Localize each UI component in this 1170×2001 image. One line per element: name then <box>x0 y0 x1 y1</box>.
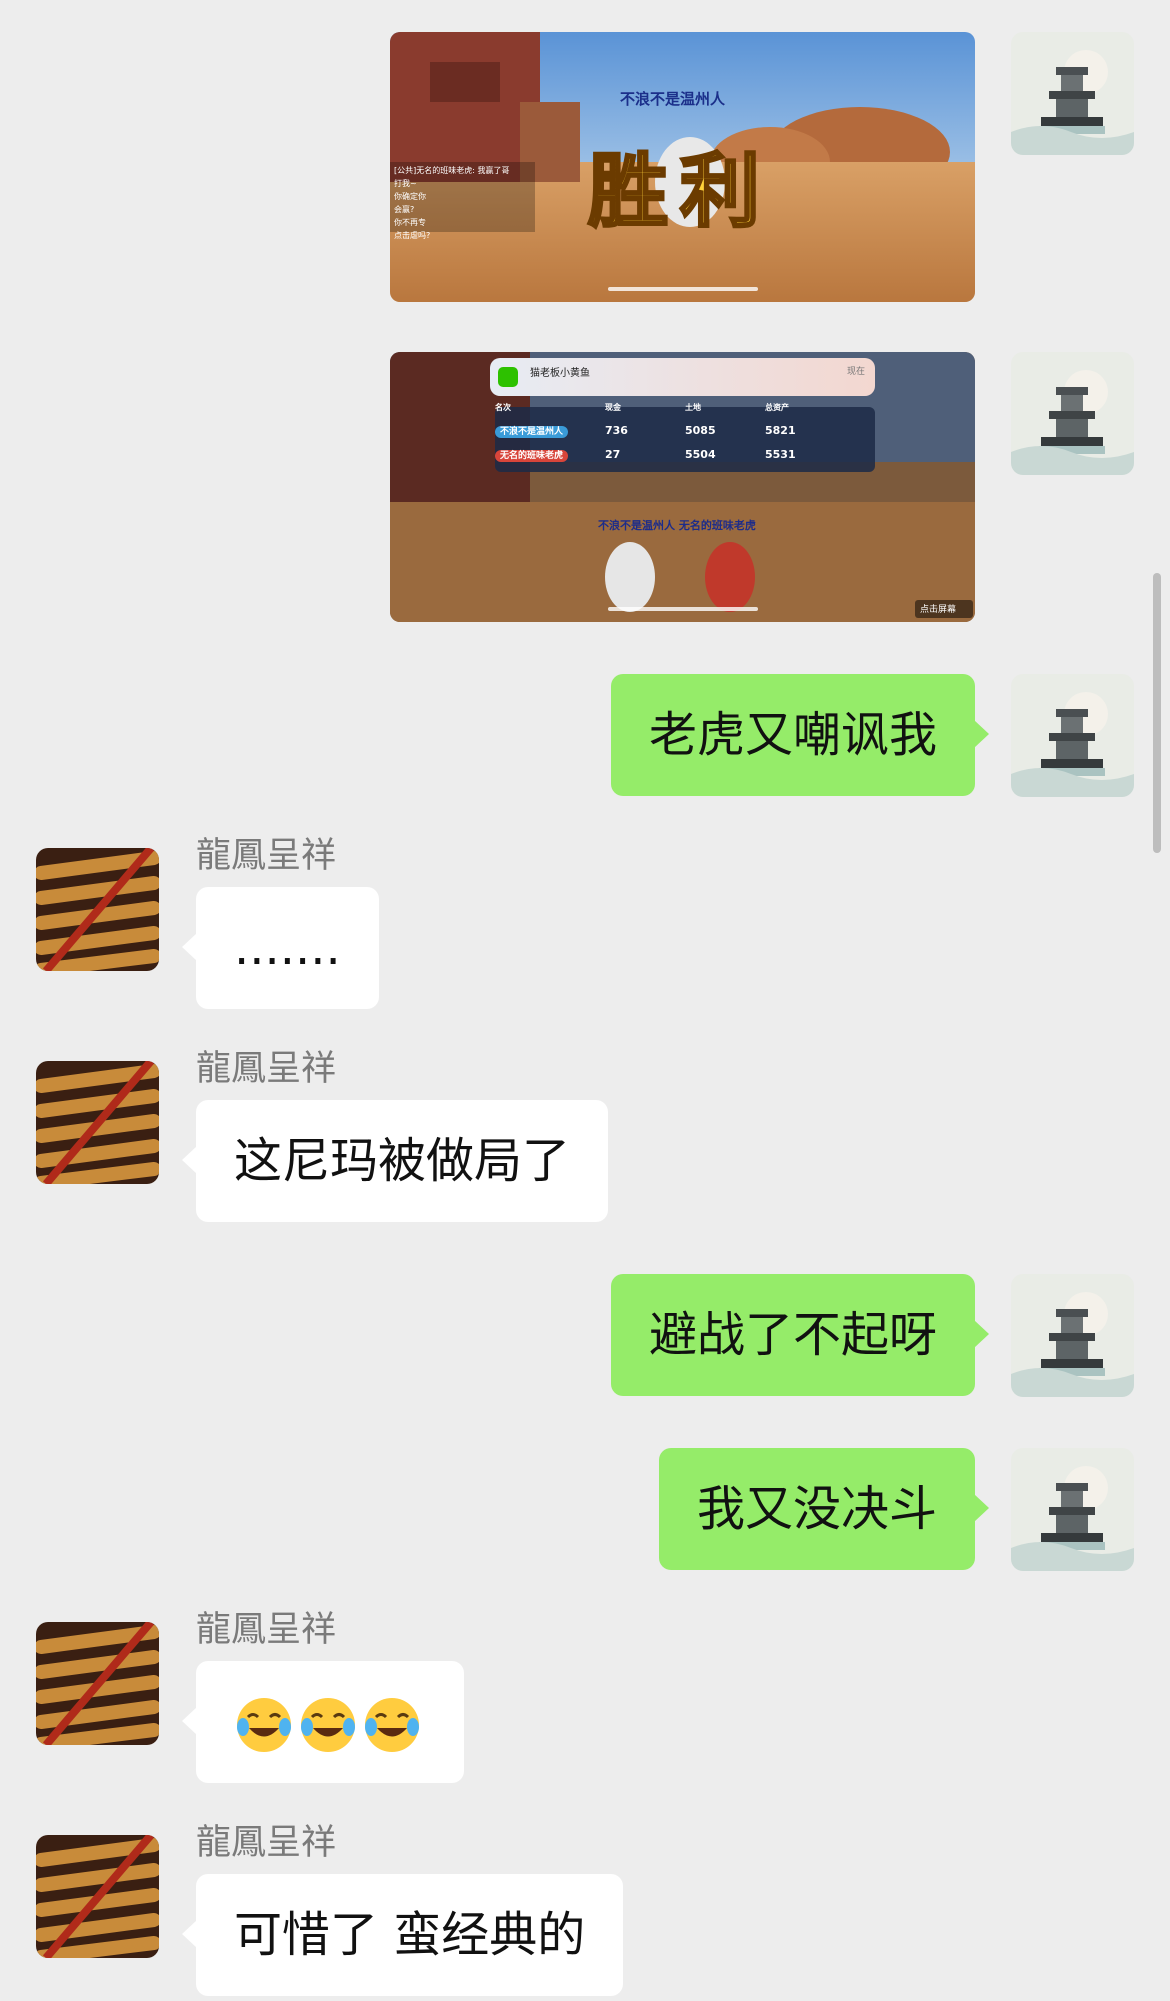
sender-name: 龍鳳呈祥 <box>196 836 337 876</box>
game-scoreboard-screenshot[interactable]: 猫老板小黄鱼 现在 名次 现金 土地 总资产 不浪不是温州人 736 5085 … <box>390 352 975 622</box>
my-avatar[interactable] <box>1011 1448 1134 1571</box>
message-bubble-received[interactable]: 这尼玛被做局了 <box>181 1100 609 1222</box>
tap-screen-label: 点击屏幕 <box>920 605 957 615</box>
sender-name: 龍鳳呈祥 <box>196 1610 337 1650</box>
tears-of-joy-emoji-icon <box>298 1695 358 1755</box>
wechat-icon <box>498 367 518 387</box>
grilled-fish-avatar-icon <box>36 848 159 971</box>
grilled-fish-avatar-icon <box>36 1061 159 1184</box>
scoreboard-row: 不浪不是温州人 736 5085 5821 <box>495 418 865 442</box>
grilled-fish-avatar-icon <box>36 1622 159 1745</box>
pagoda-avatar-icon <box>1011 32 1134 155</box>
game-victory-screenshot[interactable]: 不浪不是温州人 胜利 [公共]无名的班味老虎: 我赢了哥 打我~ 你确定你 会赢… <box>390 32 975 302</box>
message-bubble-sent[interactable]: 我又没决斗 <box>658 1448 990 1570</box>
my-avatar[interactable] <box>1011 32 1134 155</box>
scoreboard: 名次 现金 土地 总资产 不浪不是温州人 736 5085 5821 无名的班味… <box>495 402 865 466</box>
message-bubble-sent[interactable]: 避战了不起呀 <box>610 1274 990 1396</box>
tears-of-joy-emoji-icon <box>234 1695 294 1755</box>
contact-avatar[interactable] <box>36 1835 159 1958</box>
pagoda-avatar-icon <box>1011 1448 1134 1571</box>
my-avatar[interactable] <box>1011 1274 1134 1397</box>
wechat-notification-banner[interactable]: 猫老板小黄鱼 现在 <box>490 358 875 396</box>
message-bubble-sent[interactable]: 老虎又嘲讽我 <box>610 674 990 796</box>
player-caption: 不浪不是温州人 无名的班味老虎 <box>598 519 756 532</box>
pagoda-avatar-icon <box>1011 352 1134 475</box>
contact-avatar[interactable] <box>36 1622 159 1745</box>
grilled-fish-avatar-icon <box>36 1835 159 1958</box>
message-bubble-received[interactable]: 可惜了 蛮经典的 <box>181 1874 624 1996</box>
scrollbar[interactable] <box>1153 573 1161 853</box>
scoreboard-row: 无名的班味老虎 27 5504 5531 <box>495 442 865 466</box>
pagoda-avatar-icon <box>1011 674 1134 797</box>
sender-name: 龍鳳呈祥 <box>196 1823 337 1863</box>
message-bubble-received[interactable] <box>182 1661 464 1783</box>
victory-player-banner: 不浪不是温州人 <box>620 90 726 108</box>
pagoda-avatar-icon <box>1011 1274 1134 1397</box>
victory-big-text: 胜利 <box>587 144 772 240</box>
my-avatar[interactable] <box>1011 352 1134 475</box>
my-avatar[interactable] <box>1011 674 1134 797</box>
tears-of-joy-emoji-icon <box>362 1695 422 1755</box>
contact-avatar[interactable] <box>36 1061 159 1184</box>
message-bubble-received[interactable]: ....... <box>182 887 379 1009</box>
contact-avatar[interactable] <box>36 848 159 971</box>
sender-name: 龍鳳呈祥 <box>196 1049 337 1089</box>
game-chat-log: [公共]无名的班味老虎: 我赢了哥 打我~ 你确定你 会赢? 你不再专 点击虐吗… <box>394 166 510 240</box>
